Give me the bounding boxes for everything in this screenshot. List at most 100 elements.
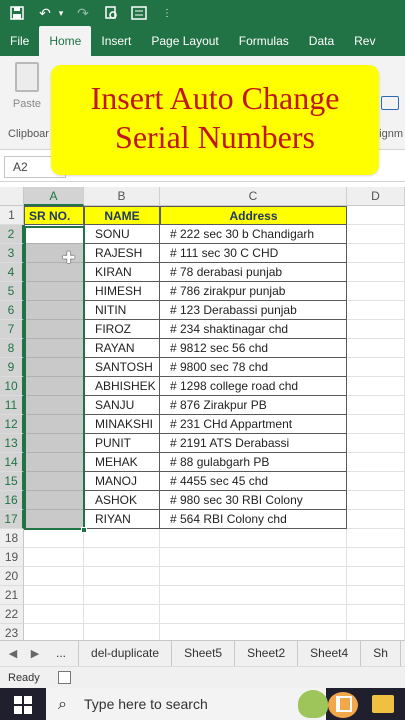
row-number[interactable]: 16 xyxy=(0,491,24,510)
cell-sr-no[interactable] xyxy=(24,434,84,453)
fill-handle[interactable] xyxy=(81,527,87,533)
cell-c[interactable] xyxy=(160,529,347,548)
macro-record-icon[interactable] xyxy=(58,671,71,684)
row-number[interactable]: 7 xyxy=(0,320,24,339)
tab-review[interactable]: Rev xyxy=(344,26,385,56)
cell-name[interactable]: SONU xyxy=(84,225,160,244)
cell-b[interactable] xyxy=(84,586,160,605)
cell-name[interactable]: PUNIT xyxy=(84,434,160,453)
tab-insert[interactable]: Insert xyxy=(91,26,141,56)
cell-sr-no[interactable] xyxy=(24,377,84,396)
row-number[interactable]: 17 xyxy=(0,510,24,529)
paste-button[interactable]: Paste xyxy=(10,62,44,122)
prev-sheet-icon[interactable]: ◀ xyxy=(0,647,26,660)
cell-c[interactable] xyxy=(160,586,347,605)
cell-d[interactable] xyxy=(347,567,405,586)
cell-name[interactable]: MEHAK xyxy=(84,453,160,472)
cell-name[interactable]: RAYAN xyxy=(84,339,160,358)
cell-address[interactable]: # 876 Zirakpur PB xyxy=(160,396,347,415)
cell-sr-no[interactable] xyxy=(24,396,84,415)
cell-address[interactable]: # 786 zirakpur punjab xyxy=(160,282,347,301)
cell-address[interactable]: # 88 gulabgarh PB xyxy=(160,453,347,472)
cell-sr-no[interactable] xyxy=(24,491,84,510)
row-number[interactable]: 21 xyxy=(0,586,24,605)
cell-d[interactable] xyxy=(347,339,405,358)
tab-file[interactable]: File xyxy=(0,26,39,56)
cell-d[interactable] xyxy=(347,206,405,225)
row-number[interactable]: 15 xyxy=(0,472,24,491)
cell-address[interactable]: # 231 CHd Appartment xyxy=(160,415,347,434)
cell-d[interactable] xyxy=(347,491,405,510)
cell-sr-no[interactable] xyxy=(24,225,84,244)
select-all-corner[interactable] xyxy=(0,187,24,206)
cell-name[interactable]: SANJU xyxy=(84,396,160,415)
column-header-c[interactable]: C xyxy=(160,187,347,206)
row-number[interactable]: 9 xyxy=(0,358,24,377)
form-icon[interactable] xyxy=(128,2,150,24)
taskbar-search-box[interactable]: ⌕ Type here to search xyxy=(46,688,358,720)
cell-address[interactable]: # 2191 ATS Derabassi xyxy=(160,434,347,453)
header-address[interactable]: Address xyxy=(160,206,347,225)
sheet-tab-sh[interactable]: Sh xyxy=(361,641,401,666)
cell-d[interactable] xyxy=(347,301,405,320)
cell-b[interactable] xyxy=(84,567,160,586)
next-sheet-icon[interactable]: ▶ xyxy=(26,647,44,660)
cell-sr-no[interactable] xyxy=(24,453,84,472)
cell-d[interactable] xyxy=(347,586,405,605)
cell-a[interactable] xyxy=(24,586,84,605)
header-name[interactable]: NAME xyxy=(84,206,160,225)
cell-b[interactable] xyxy=(84,548,160,567)
row-number[interactable]: 22 xyxy=(0,605,24,624)
cell-d[interactable] xyxy=(347,548,405,567)
cell-name[interactable]: MANOJ xyxy=(84,472,160,491)
column-header-a[interactable]: A xyxy=(24,187,84,206)
cell-d[interactable] xyxy=(347,472,405,491)
tab-formulas[interactable]: Formulas xyxy=(229,26,299,56)
row-number[interactable]: 11 xyxy=(0,396,24,415)
cell-address[interactable]: # 111 sec 30 C CHD xyxy=(160,244,347,263)
redo-icon[interactable]: ↷ xyxy=(72,2,94,24)
cell-d[interactable] xyxy=(347,510,405,529)
header-sr-no[interactable]: SR NO. xyxy=(24,206,84,225)
cell-d[interactable] xyxy=(347,358,405,377)
save-icon[interactable] xyxy=(6,2,28,24)
cell-d[interactable] xyxy=(347,396,405,415)
cell-sr-no[interactable] xyxy=(24,415,84,434)
cell-a[interactable] xyxy=(24,529,84,548)
column-header-b[interactable]: B xyxy=(84,187,160,206)
cell-d[interactable] xyxy=(347,434,405,453)
cell-name[interactable]: NITIN xyxy=(84,301,160,320)
tab-home[interactable]: Home xyxy=(39,26,92,56)
cell-name[interactable]: FIROZ xyxy=(84,320,160,339)
cell-address[interactable]: # 980 sec 30 RBI Colony xyxy=(160,491,347,510)
sheet-tab-sheet4[interactable]: Sheet4 xyxy=(298,641,362,666)
row-number[interactable]: 13 xyxy=(0,434,24,453)
cell-address[interactable]: # 234 shaktinagar chd xyxy=(160,320,347,339)
cell-name[interactable]: RIYAN xyxy=(84,510,160,529)
undo-icon[interactable]: ↶ xyxy=(34,2,56,24)
cell-d[interactable] xyxy=(347,529,405,548)
cell-name[interactable]: SANTOSH xyxy=(84,358,160,377)
print-preview-icon[interactable] xyxy=(100,2,122,24)
row-number[interactable]: 2 xyxy=(0,225,24,244)
file-explorer-icon[interactable] xyxy=(372,695,394,713)
sheet-tab-del-duplicate[interactable]: del-duplicate xyxy=(79,641,173,666)
tab-page-layout[interactable]: Page Layout xyxy=(141,26,228,56)
cell-c[interactable] xyxy=(160,567,347,586)
cell-a[interactable] xyxy=(24,567,84,586)
task-view-icon[interactable] xyxy=(336,696,352,712)
cell-name[interactable]: ASHOK xyxy=(84,491,160,510)
cell-name[interactable]: RAJESH xyxy=(84,244,160,263)
sheet-tab-more[interactable]: ... xyxy=(44,641,80,666)
cell-d[interactable] xyxy=(347,282,405,301)
cell-d[interactable] xyxy=(347,377,405,396)
cell-d[interactable] xyxy=(347,415,405,434)
cell-c[interactable] xyxy=(160,548,347,567)
cell-d[interactable] xyxy=(347,225,405,244)
row-number[interactable]: 5 xyxy=(0,282,24,301)
cell-address[interactable]: # 222 sec 30 b Chandigarh xyxy=(160,225,347,244)
cell-d[interactable] xyxy=(347,244,405,263)
row-number[interactable]: 14 xyxy=(0,453,24,472)
row-number[interactable]: 6 xyxy=(0,301,24,320)
cell-b[interactable] xyxy=(84,605,160,624)
